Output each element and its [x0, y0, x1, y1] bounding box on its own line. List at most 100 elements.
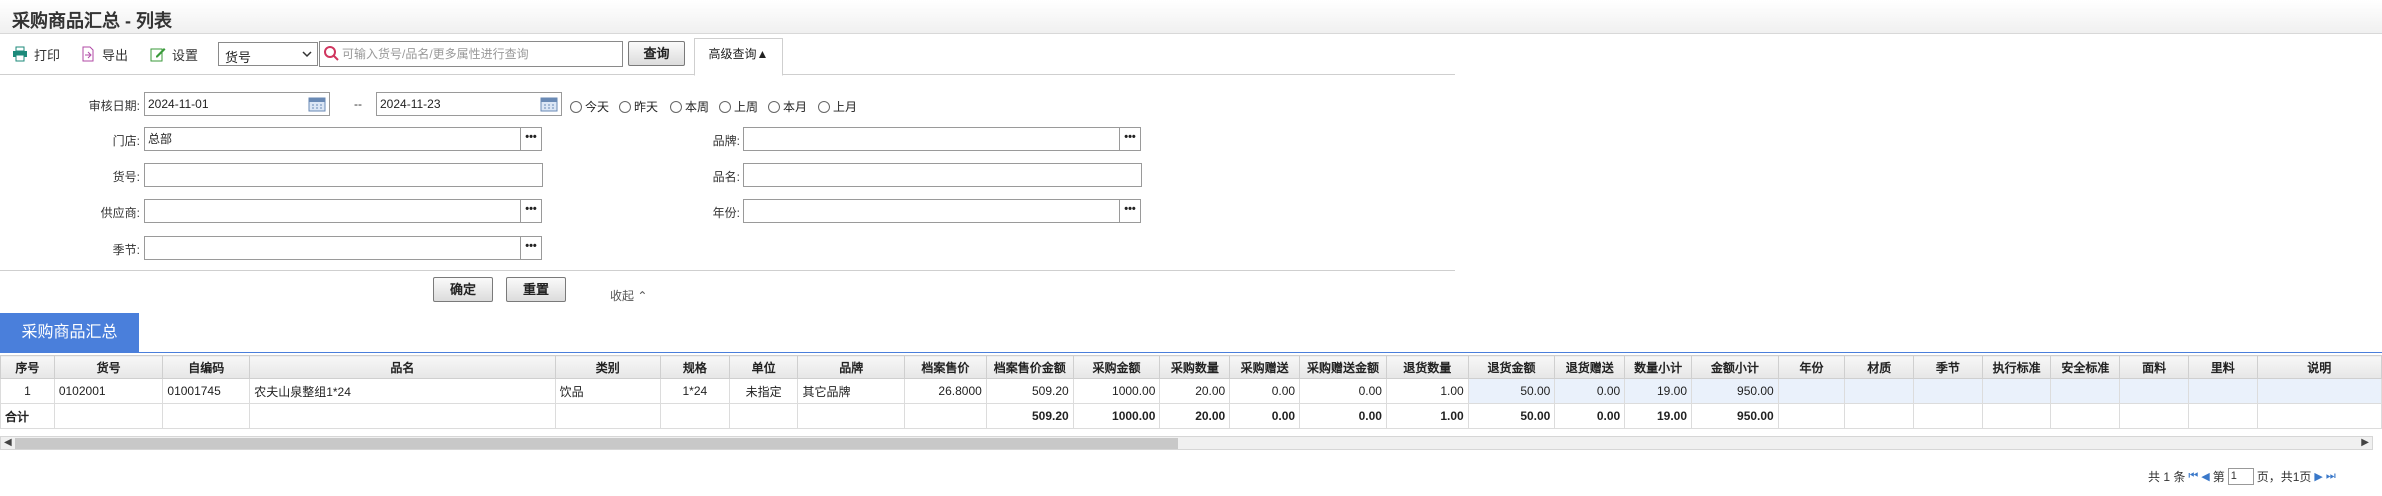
sku-field[interactable]: [144, 163, 543, 187]
column-header[interactable]: 单位: [728, 355, 799, 379]
radio-circle: [619, 100, 631, 113]
query-button[interactable]: 查询: [628, 41, 685, 66]
column-header[interactable]: 材质: [1844, 355, 1915, 379]
column-header[interactable]: 类别: [554, 355, 661, 379]
summary-cell: [1844, 403, 1915, 429]
table-cell: [2187, 378, 2258, 404]
column-header[interactable]: 采购赠送: [1229, 355, 1301, 379]
reset-button[interactable]: 重置: [506, 277, 566, 302]
column-header[interactable]: 年份: [1777, 355, 1846, 379]
column-header[interactable]: 品牌: [797, 355, 906, 379]
advanced-query-tab[interactable]: 高级查询▲: [694, 38, 783, 76]
pagination: 共 1 条 ⏮ ◀ 第 1 页，共1页 ▶ ⏭: [2148, 468, 2336, 485]
column-header[interactable]: 数量小计: [1624, 355, 1693, 379]
store-field[interactable]: 总部: [144, 127, 521, 151]
search-input[interactable]: [342, 44, 618, 64]
brand-picker-button[interactable]: •••: [1119, 127, 1141, 151]
table-cell: 509.20: [985, 378, 1074, 404]
calendar-icon[interactable]: [308, 96, 326, 112]
table-cell: 其它品牌: [797, 378, 906, 404]
prev-page-icon[interactable]: ◀: [2201, 470, 2209, 483]
column-header[interactable]: 采购赠送金额: [1299, 355, 1387, 379]
date-to-value: 2024-11-23: [380, 97, 441, 111]
next-page-icon[interactable]: ▶: [2314, 470, 2322, 483]
store-picker-button[interactable]: •••: [520, 127, 542, 151]
supplier-label: 供应商:: [100, 206, 140, 220]
column-header[interactable]: 退货赠送: [1554, 355, 1626, 379]
summary-cell: [904, 403, 987, 429]
brand-field[interactable]: [743, 127, 1120, 151]
data-grid: 序号 货号 自编码 品名 类别 规格 单位 品牌 档案售价 档案售价金额 采购金额 采购数量 采购赠送采…: [0, 355, 2382, 429]
column-header[interactable]: 档案售价金额: [985, 355, 1074, 379]
column-header[interactable]: 序号: [0, 355, 55, 379]
column-header[interactable]: 面料: [2119, 355, 2189, 379]
calendar-icon[interactable]: [540, 96, 558, 112]
column-header[interactable]: 采购数量: [1159, 355, 1231, 379]
radio-circle: [719, 100, 731, 113]
column-header[interactable]: 说明: [2256, 355, 2382, 379]
table-cell: [2256, 378, 2382, 404]
column-header[interactable]: 退货数量: [1385, 355, 1469, 379]
year-picker-button[interactable]: •••: [1119, 199, 1141, 223]
column-header[interactable]: 金额小计: [1691, 355, 1779, 379]
radio-label: 今天: [585, 100, 610, 114]
store-value: 总部: [148, 132, 173, 146]
column-header[interactable]: 自编码: [162, 355, 251, 379]
table-row[interactable]: 1 0102001 01001745 农夫山泉整组1*24 饮品 1*24 未指定 其它品牌 2…: [0, 378, 2382, 404]
date-from-value: 2024-11-01: [148, 97, 209, 111]
edit-settings-icon: [150, 48, 166, 62]
column-header[interactable]: 档案售价: [904, 355, 987, 379]
page-title: 采购商品汇总 - 列表: [12, 11, 172, 31]
horizontal-scrollbar[interactable]: ◀ ▶: [0, 436, 2373, 450]
column-header[interactable]: 品名: [249, 355, 556, 379]
column-header[interactable]: 安全标准: [2050, 355, 2121, 379]
scroll-left-icon[interactable]: ◀: [4, 437, 12, 448]
table-cell: 20.00: [1159, 378, 1231, 404]
panel-tab-purchase-summary[interactable]: 采购商品汇总: [0, 313, 139, 353]
confirm-button[interactable]: 确定: [433, 277, 493, 302]
summary-row: 合计 509.20 1000.00 20.00 0.00 0.00 1.00 50.00 0.0…: [0, 403, 2382, 429]
season-field[interactable]: [144, 236, 521, 260]
radio-today[interactable]: 今天: [570, 98, 609, 115]
export-button[interactable]: 导出: [80, 43, 128, 65]
column-header[interactable]: 规格: [659, 355, 730, 379]
column-header[interactable]: 执行标准: [1981, 355, 2052, 379]
field-select[interactable]: 货号: [218, 42, 318, 66]
date-from-field[interactable]: 2024-11-01: [144, 92, 330, 116]
column-header[interactable]: 货号: [53, 355, 164, 379]
table-cell: 未指定: [728, 378, 799, 404]
radio-yesterday[interactable]: 昨天: [619, 98, 658, 115]
summary-cell: [53, 403, 164, 429]
summary-cell: [2050, 403, 2121, 429]
radio-last-month[interactable]: 上月: [818, 98, 857, 115]
column-header[interactable]: 采购金额: [1072, 355, 1161, 379]
supplier-field[interactable]: [144, 199, 521, 223]
column-header[interactable]: 季节: [1913, 355, 1983, 379]
page-number-input[interactable]: 1: [2227, 468, 2254, 485]
product-name-field[interactable]: [743, 163, 1142, 187]
summary-cell: 509.20: [985, 403, 1074, 429]
collapse-toggle[interactable]: 收起 ⌃: [610, 287, 647, 304]
last-page-icon[interactable]: ⏭: [2326, 470, 2336, 483]
column-header[interactable]: 退货金额: [1467, 355, 1556, 379]
year-field[interactable]: [743, 199, 1120, 223]
radio-last-week[interactable]: 上周: [719, 98, 758, 115]
supplier-picker-button[interactable]: •••: [520, 199, 542, 223]
summary-cell: [1913, 403, 1983, 429]
first-page-icon[interactable]: ⏮: [2188, 470, 2198, 483]
export-icon: [82, 46, 94, 62]
grid-header-row: 序号 货号 自编码 品名 类别 规格 单位 品牌 档案售价 档案售价金额 采购金额 采购数量 采购赠送采…: [0, 355, 2382, 379]
scroll-right-icon[interactable]: ▶: [2361, 437, 2369, 448]
radio-this-month[interactable]: 本月: [768, 98, 807, 115]
date-to-field[interactable]: 2024-11-23: [376, 92, 562, 116]
table-cell: 饮品: [554, 378, 661, 404]
column-header[interactable]: 里料: [2187, 355, 2258, 379]
season-picker-button[interactable]: •••: [520, 236, 542, 260]
scrollbar-thumb[interactable]: [15, 438, 1178, 449]
summary-cell: [1777, 403, 1846, 429]
print-button[interactable]: 打印: [12, 43, 60, 65]
radio-this-week[interactable]: 本周: [670, 98, 709, 115]
printer-icon: [13, 46, 27, 62]
settings-button[interactable]: 设置: [150, 43, 198, 65]
summary-cell: 950.00: [1691, 403, 1779, 429]
